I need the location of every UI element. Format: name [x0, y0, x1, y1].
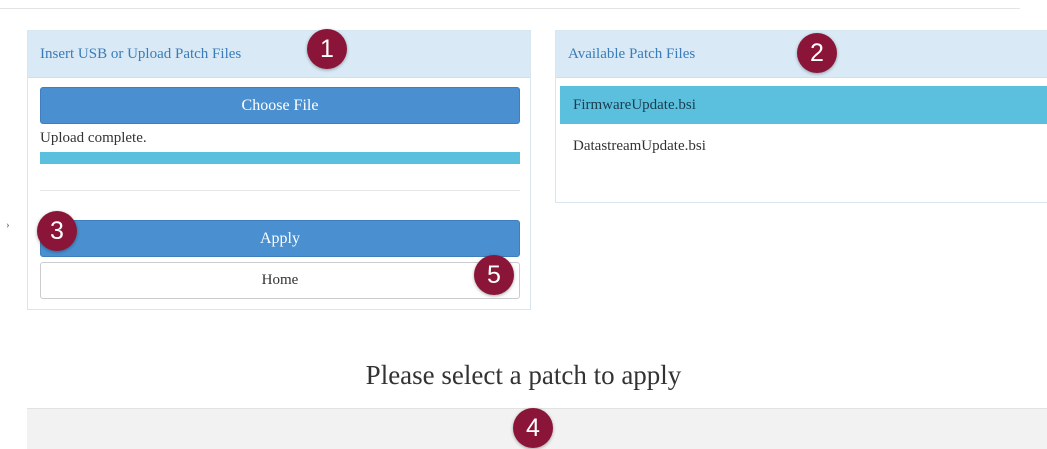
top-divider — [0, 8, 1020, 9]
callout-badge-4: 4 — [513, 408, 553, 448]
upload-panel: Insert USB or Upload Patch Files Choose … — [27, 30, 531, 310]
choose-file-button[interactable]: Choose File — [40, 87, 520, 124]
edge-marker: › — [6, 219, 10, 231]
callout-badge-3: 3 — [37, 211, 77, 251]
upload-progress-bar — [40, 152, 520, 164]
upload-status-text: Upload complete. — [40, 130, 147, 146]
apply-button[interactable]: Apply — [40, 220, 520, 257]
panel-divider — [40, 190, 520, 191]
home-button[interactable]: Home — [40, 262, 520, 299]
upload-panel-title: Insert USB or Upload Patch Files — [28, 31, 530, 78]
select-patch-prompt: Please select a patch to apply — [365, 360, 682, 390]
callout-badge-1: 1 — [307, 29, 347, 69]
callout-badge-5: 5 — [474, 255, 514, 295]
upload-progress-fill — [40, 152, 520, 164]
patch-file-item[interactable]: DatastreamUpdate.bsi — [560, 127, 1047, 165]
callout-badge-2: 2 — [797, 33, 837, 73]
patch-file-item[interactable]: FirmwareUpdate.bsi — [560, 86, 1047, 124]
